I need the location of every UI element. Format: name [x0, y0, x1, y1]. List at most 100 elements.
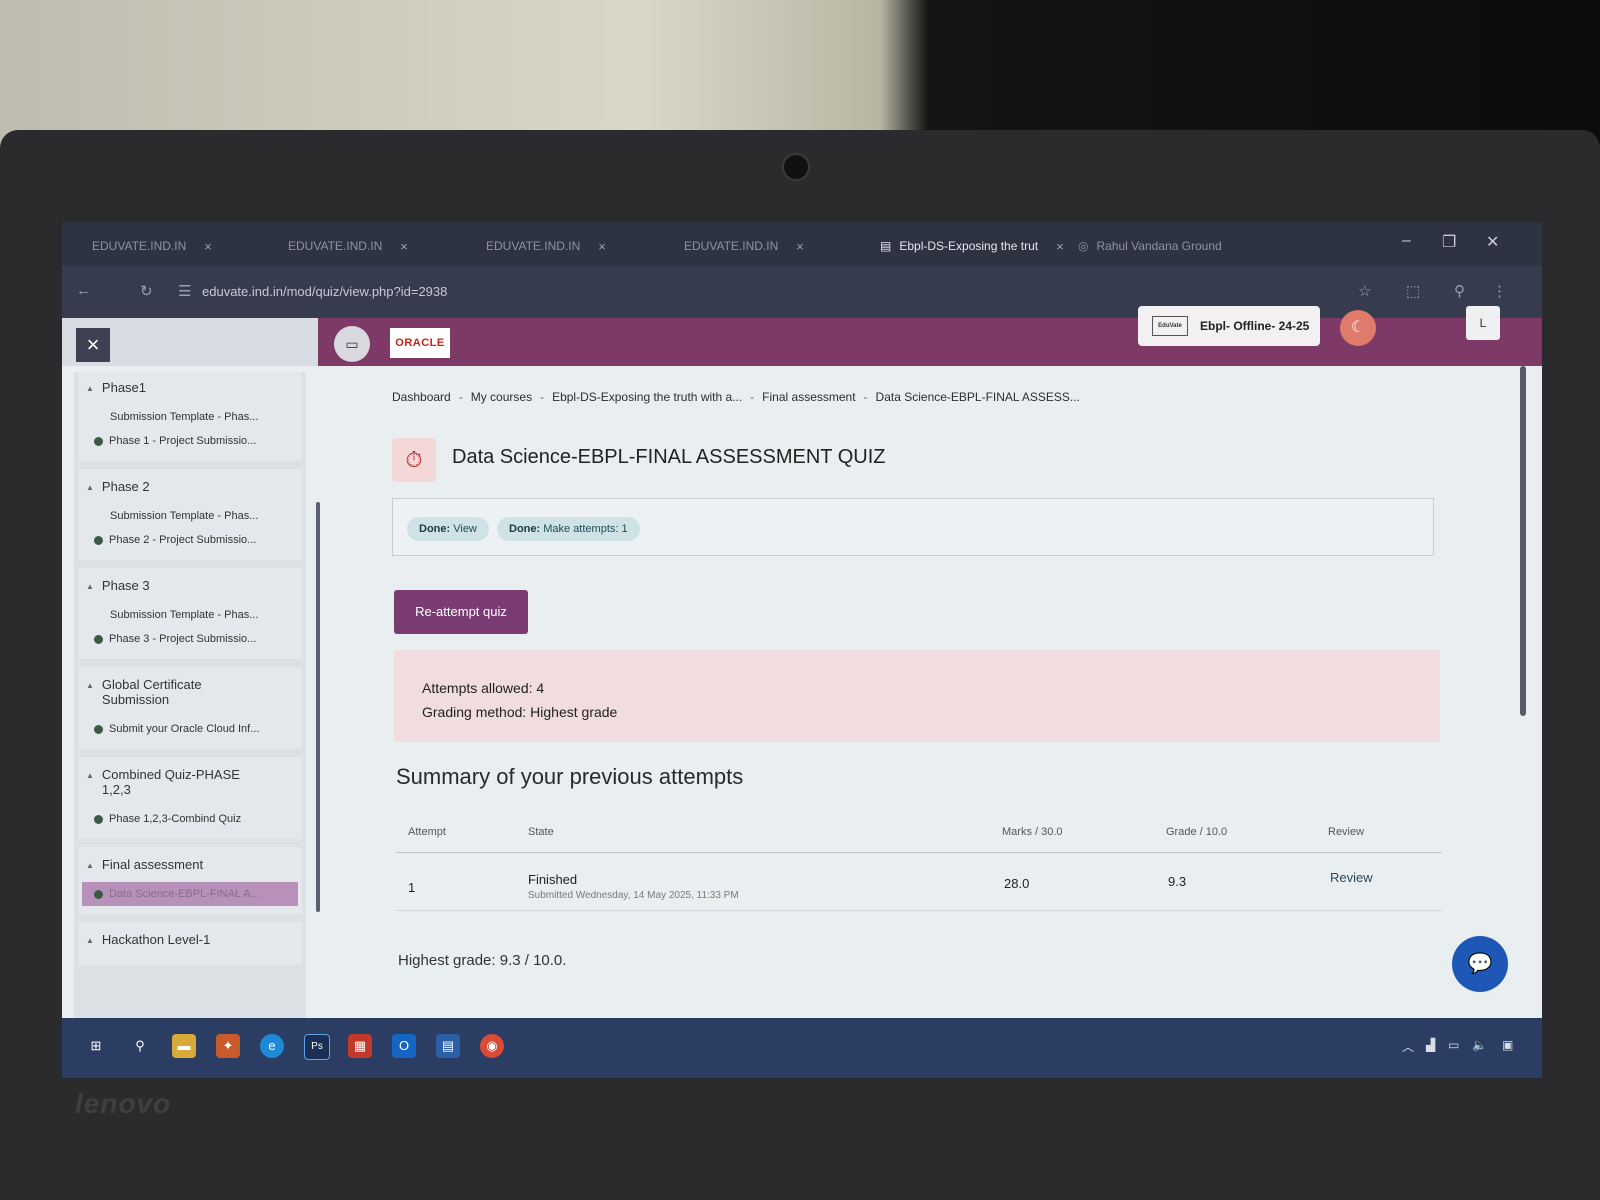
close-tab-icon[interactable]: ×: [1056, 239, 1064, 254]
battery-icon[interactable]: ▭: [1448, 1038, 1459, 1052]
outlook-icon[interactable]: O: [392, 1034, 416, 1058]
browser-tab-bar: EDUVATE.IND.IN × EDUVATE.IND.IN × EDUVATE.…: [62, 222, 1542, 266]
breadcrumb-section[interactable]: Final assessment: [762, 390, 855, 404]
collapse-icon[interactable]: ▲: [86, 681, 94, 690]
section-title[interactable]: ▲ Phase1: [86, 376, 294, 405]
attempt-grade: 9.3: [1168, 874, 1187, 889]
course-switcher[interactable]: EduVate Ebpl- Offline- 24-25: [1138, 306, 1320, 346]
browser-tab[interactable]: ◎ Rahul Vandana Ground: [1078, 232, 1222, 260]
menu-icon[interactable]: ▭: [334, 326, 370, 362]
collapse-icon[interactable]: ▲: [86, 483, 94, 492]
breadcrumb-course[interactable]: Ebpl-DS-Exposing the truth with a...: [552, 390, 742, 404]
eduvate-logo: EduVate: [1152, 316, 1188, 336]
browser-tab[interactable]: EDUVATE.IND.IN ×: [288, 232, 408, 260]
extensions-icon[interactable]: ⬚: [1406, 282, 1420, 300]
browser-tab[interactable]: EDUVATE.IND.IN ×: [92, 232, 212, 260]
completion-dot-icon: [94, 436, 103, 446]
windows-start-icon[interactable]: ⊞: [84, 1034, 108, 1058]
sidebar-activity[interactable]: Phase 1 - Project Submissio...: [86, 429, 294, 453]
close-drawer-button[interactable]: ×: [76, 328, 110, 362]
close-tab-icon[interactable]: ×: [598, 239, 606, 254]
tray-overflow-icon[interactable]: ︿: [1402, 1038, 1414, 1055]
close-tab-icon[interactable]: ×: [796, 239, 804, 254]
sidebar-activity[interactable]: Submission Template - Phas...: [86, 504, 294, 528]
reload-icon[interactable]: ↻: [140, 282, 153, 300]
photoshop-icon[interactable]: Ps: [304, 1034, 330, 1060]
store-icon[interactable]: ▤: [436, 1034, 460, 1058]
user-avatar[interactable]: L: [1466, 306, 1500, 340]
browser-tab[interactable]: EDUVATE.IND.IN ×: [486, 232, 606, 260]
sidebar-activity-current[interactable]: Data Science-EBPL-FINAL A...: [82, 882, 298, 906]
background-wall: [0, 0, 1600, 150]
address-bar: ← ↻ ☰ eduvate.ind.in/mod/quiz/view.php?i…: [62, 266, 1542, 318]
collapse-icon[interactable]: ▲: [86, 582, 94, 591]
breadcrumb-dashboard[interactable]: Dashboard: [392, 390, 451, 404]
section-title[interactable]: ▲ Global Certificate Submission: [86, 673, 294, 717]
url-text[interactable]: eduvate.ind.in/mod/quiz/view.php?id=2938: [202, 284, 447, 299]
completion-badge-view: Done: View: [407, 517, 489, 541]
col-review: Review: [1328, 826, 1365, 838]
sidebar-activity[interactable]: Submission Template - Phas...: [86, 405, 294, 429]
browser-tab[interactable]: EDUVATE.IND.IN ×: [684, 232, 804, 260]
sidebar-activity[interactable]: Phase 1,2,3-Combind Quiz: [86, 807, 294, 831]
section-title[interactable]: ▲ Phase 2: [86, 475, 294, 504]
minimize-icon[interactable]: –: [1402, 232, 1411, 250]
volume-icon[interactable]: 🔈: [1472, 1038, 1487, 1052]
sidebar-activity[interactable]: Phase 3 - Project Submissio...: [86, 627, 294, 651]
sidebar-section: ▲ Final assessment Data Science-EBPL-FINA…: [78, 847, 302, 914]
back-icon[interactable]: ←: [76, 282, 91, 299]
browser-tab-active[interactable]: ▤ Ebpl-DS-Exposing the trut ×: [880, 232, 1064, 260]
collapse-icon[interactable]: ▲: [86, 936, 94, 945]
oracle-logo[interactable]: ORACLE: [390, 328, 450, 358]
section-title[interactable]: ▲ Hackathon Level-1: [86, 928, 294, 957]
review-link[interactable]: Review: [1330, 870, 1373, 885]
sidebar-section: ▲ Phase 2 Submission Template - Phas... P…: [78, 469, 302, 560]
quiz-info-box: Attempts allowed: 4 Grading method: High…: [394, 650, 1440, 742]
completion-badge-attempts: Done: Make attempts: 1: [497, 517, 640, 541]
site-settings-icon[interactable]: ☰: [178, 282, 191, 300]
completion-dot-icon: [94, 724, 103, 734]
completion-dot-icon: [94, 634, 103, 644]
breadcrumb-my-courses[interactable]: My courses: [471, 390, 532, 404]
file-explorer-icon[interactable]: ▬: [172, 1034, 196, 1058]
sidebar-header: ×: [62, 318, 318, 366]
collapse-icon[interactable]: ▲: [86, 861, 94, 870]
reattempt-quiz-button[interactable]: Re-attempt quiz: [394, 590, 528, 634]
sidebar-section: ▲ Phase1 Submission Template - Phas... Ph…: [78, 372, 302, 461]
breadcrumb: Dashboard - My courses - Ebpl-DS-Exposing …: [392, 390, 1080, 404]
edge-icon[interactable]: e: [260, 1034, 284, 1058]
main-content: Dashboard - My courses - Ebpl-DS-Exposing …: [382, 372, 1522, 1072]
network-icon[interactable]: ▟: [1426, 1038, 1435, 1052]
bookmark-star-icon[interactable]: ☆: [1358, 282, 1371, 300]
collapse-icon[interactable]: ▲: [86, 384, 94, 393]
sidebar-section: ▲ Combined Quiz-PHASE 1,2,3 Phase 1,2,3-C…: [78, 757, 302, 839]
office-icon[interactable]: ▦: [348, 1034, 372, 1058]
attempt-submitted: Submitted Wednesday, 14 May 2025, 11:33 …: [528, 890, 739, 901]
sidebar-activity[interactable]: Phase 2 - Project Submissio...: [86, 528, 294, 552]
close-tab-icon[interactable]: ×: [204, 239, 212, 254]
chrome-icon[interactable]: ◉: [480, 1034, 504, 1058]
sidebar-activity[interactable]: Submit your Oracle Cloud Inf...: [86, 717, 294, 741]
section-title[interactable]: ▲ Combined Quiz-PHASE 1,2,3: [86, 763, 294, 807]
close-tab-icon[interactable]: ×: [400, 239, 408, 254]
course-index-sidebar: ▲ Phase1 Submission Template - Phas... Ph…: [74, 372, 306, 1022]
page-scrollbar[interactable]: [1520, 366, 1526, 716]
close-window-icon[interactable]: ✕: [1486, 232, 1499, 252]
sidebar-scrollbar[interactable]: [316, 502, 320, 912]
col-marks: Marks / 30.0: [1002, 826, 1063, 838]
section-title[interactable]: ▲ Final assessment: [86, 853, 294, 882]
section-title[interactable]: ▲ Phase 3: [86, 574, 294, 603]
attempt-marks: 28.0: [1004, 876, 1030, 891]
notification-icon[interactable]: ▣: [1502, 1038, 1513, 1052]
dark-mode-icon[interactable]: ☾: [1340, 310, 1376, 346]
sidebar-activity[interactable]: Submission Template - Phas...: [86, 603, 294, 627]
copilot-icon[interactable]: ✦: [216, 1034, 240, 1058]
completion-dot-icon: [94, 535, 103, 545]
collapse-icon[interactable]: ▲: [86, 771, 94, 780]
chat-icon[interactable]: 💬: [1452, 936, 1508, 992]
search-icon[interactable]: ⚲: [128, 1034, 152, 1058]
browser-menu-icon[interactable]: ⋮: [1492, 282, 1507, 300]
restore-icon[interactable]: ❐: [1442, 232, 1456, 252]
profile-icon[interactable]: ⚲: [1454, 282, 1465, 300]
table-divider: [396, 852, 1442, 853]
